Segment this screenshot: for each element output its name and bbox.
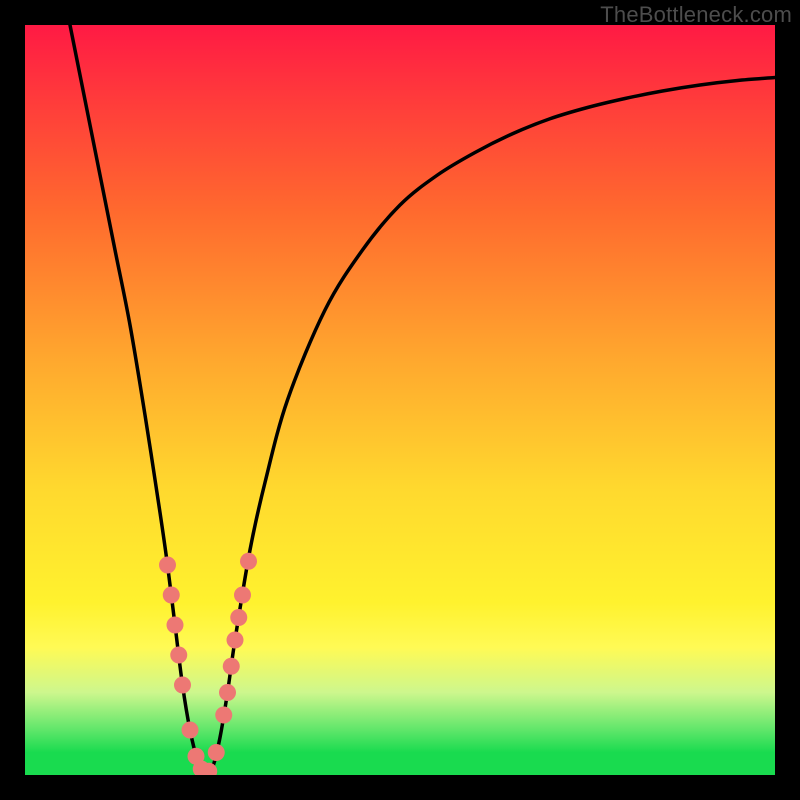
curve-marker <box>219 684 236 701</box>
curve-marker <box>240 553 257 570</box>
curve-marker <box>234 587 251 604</box>
bottleneck-curve-svg <box>25 25 775 775</box>
curve-marker <box>215 707 232 724</box>
curve-marker <box>170 647 187 664</box>
curve-marker <box>227 632 244 649</box>
curve-marker <box>167 617 184 634</box>
chart-frame: TheBottleneck.com <box>0 0 800 800</box>
curve-marker <box>159 557 176 574</box>
curve-marker <box>208 744 225 761</box>
curve-marker <box>182 722 199 739</box>
plot-area <box>25 25 775 775</box>
curve-marker <box>230 609 247 626</box>
curve-marker <box>174 677 191 694</box>
curve-marker <box>223 658 240 675</box>
watermark-text: TheBottleneck.com <box>600 2 792 28</box>
curve-marker <box>163 587 180 604</box>
